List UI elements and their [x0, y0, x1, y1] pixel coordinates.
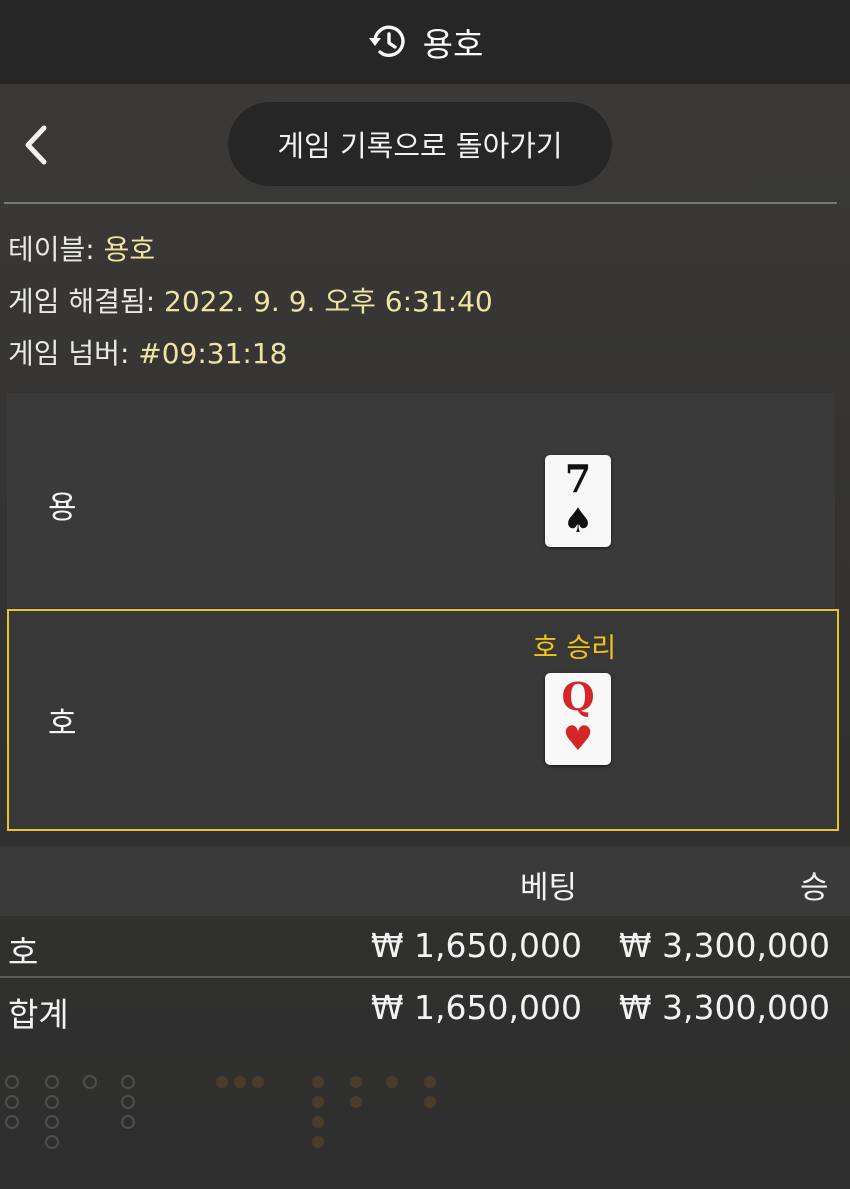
info-table: 테이블: 용호 — [8, 228, 155, 268]
info-number-value: #09:31:18 — [138, 337, 288, 370]
dragon-card: 7 ♠ — [545, 455, 611, 547]
total-row-amount: ₩ 1,650,000 — [370, 988, 582, 1027]
heart-icon: ♥ — [562, 719, 594, 759]
page-title: 용호 — [422, 25, 484, 64]
total-row-win: ₩ 3,300,000 — [618, 988, 830, 1027]
total-row-name: 합계 — [8, 995, 69, 1034]
dragon-row — [7, 393, 835, 608]
win-column-header: 승 — [800, 870, 829, 906]
spade-icon: ♠ — [562, 501, 594, 541]
tiger-row-winner — [7, 609, 839, 831]
winner-label: 호 승리 — [533, 633, 617, 664]
header-bar: 용호 — [0, 0, 850, 84]
return-to-history-button[interactable]: 게임 기록으로 돌아가기 — [228, 102, 612, 186]
info-table-value: 용호 — [103, 233, 156, 266]
dragon-label: 용 — [48, 490, 77, 526]
divider — [0, 976, 850, 978]
bet-column-header: 베팅 — [520, 870, 578, 906]
bet-row-win: ₩ 3,300,000 — [618, 926, 830, 965]
bet-row-amount: ₩ 1,650,000 — [370, 926, 582, 965]
divider — [4, 202, 837, 204]
bets-table-header — [0, 846, 850, 916]
info-number: 게임 넘버: #09:31:18 — [8, 332, 288, 372]
info-resolved-label: 게임 해결됨: — [8, 285, 165, 318]
chevron-left-icon — [25, 125, 47, 165]
back-button[interactable] — [18, 122, 58, 168]
info-table-label: 테이블: — [8, 233, 104, 266]
background-pattern — [5, 1075, 436, 1149]
info-number-label: 게임 넘버: — [8, 337, 139, 370]
info-resolved: 게임 해결됨: 2022. 9. 9. 오후 6:31:40 — [8, 280, 493, 320]
tiger-card: Q ♥ — [545, 673, 611, 765]
return-to-history-label: 게임 기록으로 돌아가기 — [277, 129, 563, 163]
tiger-card-rank: Q — [561, 674, 595, 719]
dragon-card-rank: 7 — [564, 456, 592, 501]
tiger-label: 호 — [48, 706, 77, 742]
info-resolved-value: 2022. 9. 9. 오후 6:31:40 — [164, 285, 493, 318]
bet-row-name: 호 — [8, 933, 39, 972]
history-icon — [367, 21, 409, 63]
